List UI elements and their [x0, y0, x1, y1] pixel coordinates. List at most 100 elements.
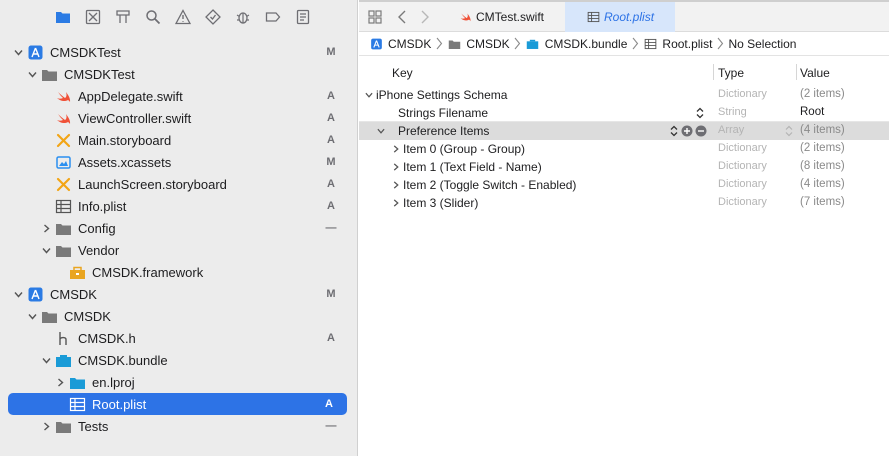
tree-item-label: ViewController.swift: [78, 110, 192, 126]
chevron-down-icon[interactable]: [376, 126, 386, 136]
tree-item[interactable]: Config —: [0, 217, 357, 239]
remove-item-icon[interactable]: [695, 125, 707, 137]
navigator-toolbar: [0, 0, 357, 34]
tree-item[interactable]: Assets.xcassets M: [0, 151, 357, 173]
plist-type[interactable]: Dictionary: [718, 88, 767, 100]
plist-value[interactable]: (4 items): [800, 178, 845, 190]
tab-label: CMTest.swift: [476, 10, 545, 24]
breadcrumb-item[interactable]: CMSDK: [369, 36, 431, 52]
folder-icon[interactable]: [48, 2, 78, 32]
plist-type[interactable]: Array: [718, 124, 744, 136]
tree-item[interactable]: Tests —: [0, 415, 357, 437]
tree-item[interactable]: Main.storyboard A: [0, 129, 357, 151]
breadcrumb-item[interactable]: CMSDK: [447, 36, 510, 52]
plist-value[interactable]: Root: [800, 106, 824, 118]
plist-key: Strings Filename: [398, 106, 489, 120]
swift-icon: [54, 110, 72, 126]
tree-item[interactable]: CMSDK.h A: [0, 327, 357, 349]
chevron-down-icon[interactable]: [12, 288, 24, 300]
value-column-header[interactable]: Value: [800, 66, 830, 80]
plist-row[interactable]: Strings Filename String Root: [359, 104, 889, 122]
plist-row[interactable]: Item 1 (Text Field - Name) Dictionary (8 i…: [359, 158, 889, 176]
grid-icon[interactable]: [366, 8, 384, 26]
test-icon[interactable]: [198, 2, 228, 32]
plist-editor: iPhone Settings Schema Dictionary (2 items…: [359, 86, 889, 212]
type-stepper-icon[interactable]: [785, 125, 793, 137]
plist-type[interactable]: Dictionary: [718, 196, 767, 208]
symbol-icon[interactable]: [108, 2, 138, 32]
tree-item[interactable]: CMSDK: [0, 305, 357, 327]
source-control-badge: A: [327, 200, 335, 212]
chevron-down-icon[interactable]: [12, 46, 24, 58]
plist-value[interactable]: (8 items): [800, 160, 845, 172]
chevron-right-icon[interactable]: [391, 162, 401, 172]
search-icon[interactable]: [138, 2, 168, 32]
plist-key: Item 3 (Slider): [403, 196, 479, 210]
plist-value[interactable]: (4 items): [800, 124, 845, 136]
chevron-down-icon[interactable]: [40, 354, 52, 366]
stepper-icon[interactable]: [670, 125, 678, 137]
tree-item-label: Main.storyboard: [78, 132, 172, 148]
storyboard-icon: [54, 176, 72, 192]
chevron-right-icon[interactable]: [391, 144, 401, 154]
chevron-down-icon[interactable]: [26, 310, 38, 322]
plist-row[interactable]: Item 2 (Toggle Switch - Enabled) Dictiona…: [359, 176, 889, 194]
tree-item[interactable]: CMSDK.framework: [0, 261, 357, 283]
chevron-down-icon[interactable]: [26, 68, 38, 80]
tree-item[interactable]: Info.plist A: [0, 195, 357, 217]
report-icon[interactable]: [288, 2, 318, 32]
plist-type[interactable]: Dictionary: [718, 160, 767, 172]
chevron-right-icon[interactable]: [391, 180, 401, 190]
add-item-icon[interactable]: [681, 125, 693, 137]
key-column-header[interactable]: Key: [392, 66, 413, 80]
type-column-header[interactable]: Type: [718, 66, 744, 80]
chevron-right-icon: [40, 112, 52, 124]
chevron-right-icon[interactable]: [40, 420, 52, 432]
stepper-icon[interactable]: [696, 107, 704, 119]
tree-item[interactable]: CMSDK.bundle: [0, 349, 357, 371]
tree-item-label: CMSDK: [50, 286, 97, 302]
breadcrumb-item[interactable]: Root.plist: [643, 36, 712, 52]
tree-item-label: Config: [78, 220, 116, 236]
breadcrumb-item[interactable]: No Selection: [728, 37, 796, 51]
breadcrumb-item[interactable]: CMSDK.bundle: [526, 36, 627, 52]
chevron-right-icon: [40, 90, 52, 102]
tree-item[interactable]: AppDelegate.swift A: [0, 85, 357, 107]
plist-type[interactable]: Dictionary: [718, 178, 767, 190]
plist-type[interactable]: Dictionary: [718, 142, 767, 154]
tree-item[interactable]: ViewController.swift A: [0, 107, 357, 129]
folder-icon: [54, 220, 72, 236]
back-arrow-icon[interactable]: [394, 8, 412, 26]
plist-value[interactable]: (2 items): [800, 88, 845, 100]
forward-arrow-icon[interactable]: [415, 8, 433, 26]
chevron-right-icon[interactable]: [54, 376, 66, 388]
project-icon: [369, 36, 383, 52]
debug-icon[interactable]: [228, 2, 258, 32]
tree-item[interactable]: LaunchScreen.storyboard A: [0, 173, 357, 195]
breakpoint-icon[interactable]: [258, 2, 288, 32]
chevron-down-icon[interactable]: [364, 90, 374, 100]
plist-icon: [68, 396, 86, 412]
warning-icon[interactable]: [168, 2, 198, 32]
editor-tab[interactable]: Root.plist: [565, 2, 675, 32]
tree-item[interactable]: CMSDKTest M: [0, 41, 357, 63]
plist-row[interactable]: Item 3 (Slider) Dictionary (7 items): [359, 194, 889, 212]
tree-item[interactable]: Root.plist A: [8, 393, 347, 415]
plist-type[interactable]: String: [718, 106, 747, 118]
source-control-icon[interactable]: [78, 2, 108, 32]
plist-row[interactable]: Preference Items Array (4 items): [359, 122, 889, 140]
plist-row[interactable]: iPhone Settings Schema Dictionary (2 items…: [359, 86, 889, 104]
chevron-right-icon[interactable]: [391, 198, 401, 208]
chevron-right-icon: [40, 332, 52, 344]
tree-item[interactable]: Vendor: [0, 239, 357, 261]
tree-item-label: en.lproj: [92, 374, 135, 390]
chevron-down-icon[interactable]: [40, 244, 52, 256]
plist-value[interactable]: (2 items): [800, 142, 845, 154]
tree-item[interactable]: CMSDKTest: [0, 63, 357, 85]
tree-item[interactable]: en.lproj: [0, 371, 357, 393]
plist-row[interactable]: Item 0 (Group - Group) Dictionary (2 items…: [359, 140, 889, 158]
editor-tab[interactable]: CMTest.swift: [437, 2, 547, 32]
plist-value[interactable]: (7 items): [800, 196, 845, 208]
tree-item[interactable]: CMSDK M: [0, 283, 357, 305]
chevron-right-icon[interactable]: [40, 222, 52, 234]
